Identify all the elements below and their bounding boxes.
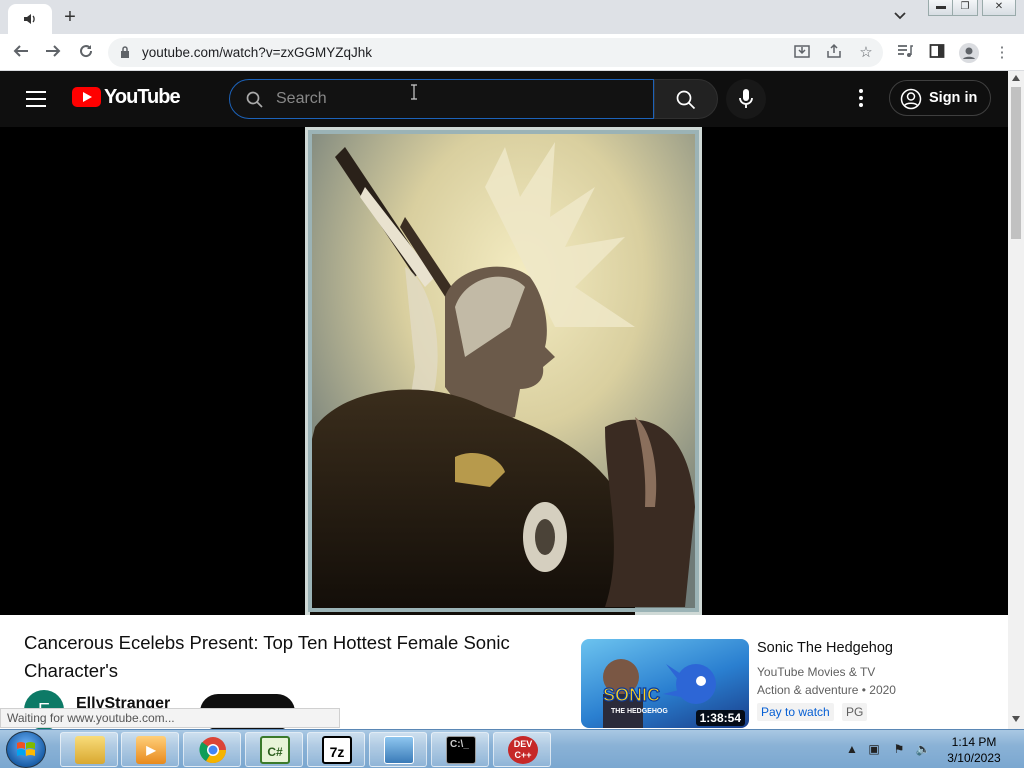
page-scrollbar[interactable] xyxy=(1008,71,1024,729)
youtube-masthead: YouTube Sign in xyxy=(0,71,1008,127)
svg-text:THE HEDGEHOG: THE HEDGEHOG xyxy=(611,708,668,715)
scroll-up-arrow-icon[interactable] xyxy=(1012,75,1020,81)
volume-icon[interactable]: 🔈 xyxy=(915,742,931,756)
minimize-button[interactable]: ▬ xyxy=(928,0,954,16)
account-circle-icon xyxy=(900,88,922,110)
media-control-icon[interactable] xyxy=(895,43,915,63)
text-cursor-icon xyxy=(411,84,417,100)
system-clock[interactable]: 1:14 PM 3/10/2023 xyxy=(944,734,1004,766)
windows-logo-icon xyxy=(17,742,35,756)
forward-button[interactable] xyxy=(42,42,64,64)
windows-taskbar: ▶ C# 7z C:\_ DEV C++ ▲ ▣ ⚑ 🔈 1:14 PM 3/10… xyxy=(0,729,1024,768)
search-button[interactable] xyxy=(654,79,718,119)
chrome-icon xyxy=(199,737,227,764)
video-title: Cancerous Ecelebs Present: Top Ten Hotte… xyxy=(24,632,510,681)
speaker-icon xyxy=(24,14,35,24)
recommendation-title[interactable]: Sonic The Hedgehog xyxy=(757,640,893,656)
rating-badge: PG xyxy=(842,703,868,721)
taskbar-photo-viewer[interactable] xyxy=(369,732,427,767)
microphone-icon xyxy=(739,89,753,108)
browser-toolbar: youtube.com/watch?v=zxGGMYZqJhk ☆ ⋮ xyxy=(0,34,1024,71)
voice-search-button[interactable] xyxy=(726,79,766,119)
scroll-down-arrow-icon[interactable] xyxy=(1012,716,1020,722)
action-center-flag-icon[interactable]: ⚑ xyxy=(891,742,907,756)
search-icon xyxy=(246,91,263,108)
search-input[interactable] xyxy=(276,89,636,109)
recommendation-channel: YouTube Movies & TV xyxy=(757,665,876,679)
csharp-icon: C# xyxy=(260,736,290,764)
side-panel-icon[interactable] xyxy=(927,43,947,63)
browser-tab[interactable] xyxy=(8,4,52,34)
address-bar[interactable]: youtube.com/watch?v=zxGGMYZqJhk xyxy=(108,38,883,67)
lock-icon xyxy=(121,46,129,58)
url-text[interactable]: youtube.com/watch?v=zxGGMYZqJhk xyxy=(142,45,372,60)
bookmark-star-icon[interactable]: ☆ xyxy=(856,43,876,63)
clock-time: 1:14 PM xyxy=(951,735,997,749)
taskbar-media-player[interactable]: ▶ xyxy=(121,732,179,767)
taskbar-command-prompt[interactable]: C:\_ xyxy=(431,732,489,767)
taskbar-file-explorer[interactable] xyxy=(60,732,118,767)
status-bubble: Waiting for www.youtube.com... xyxy=(0,708,340,728)
reload-icon xyxy=(80,45,93,58)
new-tab-button[interactable]: + xyxy=(58,6,82,28)
devcpp-icon: DEV C++ xyxy=(508,736,538,764)
sign-in-button[interactable]: Sign in xyxy=(889,80,991,116)
close-window-button[interactable]: ✕ xyxy=(982,0,1016,16)
clock-date: 3/10/2023 xyxy=(947,751,1001,765)
scrollbar-thumb[interactable] xyxy=(1011,87,1021,239)
video-player[interactable] xyxy=(0,127,1008,615)
profile-avatar-icon[interactable] xyxy=(959,43,979,63)
share-icon[interactable] xyxy=(824,43,844,63)
install-app-icon[interactable] xyxy=(792,43,812,63)
youtube-logo-icon[interactable] xyxy=(72,87,101,107)
guide-menu-icon[interactable] xyxy=(26,91,46,107)
recommendation-thumbnail[interactable]: SONIC THE HEDGEHOG 1:38:54 xyxy=(581,639,749,728)
sign-in-label: Sign in xyxy=(929,90,978,106)
settings-kebab-icon[interactable] xyxy=(851,89,871,109)
video-frame[interactable] xyxy=(305,127,702,615)
search-box[interactable] xyxy=(229,79,654,119)
pay-to-watch-badge: Pay to watch xyxy=(757,703,834,721)
taskbar-csharp[interactable]: C# xyxy=(245,732,303,767)
forward-arrow-icon xyxy=(46,45,61,57)
tab-strip: + ▬ ❐ ✕ xyxy=(0,0,1024,34)
show-hidden-icons-chevron-icon[interactable]: ▲ xyxy=(844,742,860,756)
chrome-menu-icon[interactable]: ⋮ xyxy=(992,43,1012,63)
tab-search-chevron-icon[interactable] xyxy=(894,8,906,23)
search-icon xyxy=(676,90,696,110)
7zip-icon: 7z xyxy=(322,736,352,764)
restore-button[interactable]: ❐ xyxy=(952,0,978,16)
reload-button[interactable] xyxy=(75,42,97,64)
back-button[interactable] xyxy=(10,42,32,64)
cmd-icon: C:\_ xyxy=(446,736,476,764)
media-player-icon: ▶ xyxy=(136,736,166,764)
duration-badge: 1:38:54 xyxy=(695,710,745,726)
taskbar-chrome[interactable] xyxy=(183,732,241,767)
svg-text:SONIC: SONIC xyxy=(603,685,660,705)
recommendation-meta: Action & adventure • 2020 xyxy=(757,683,896,697)
taskbar-devcpp[interactable]: DEV C++ xyxy=(493,732,551,767)
start-button[interactable] xyxy=(6,731,46,768)
network-icon[interactable]: ▣ xyxy=(866,742,882,756)
taskbar-7zip[interactable]: 7z xyxy=(307,732,365,767)
photo-viewer-icon xyxy=(384,736,414,764)
back-arrow-icon xyxy=(13,45,28,57)
youtube-logo-text[interactable]: YouTube xyxy=(104,86,181,109)
folder-icon xyxy=(75,736,105,764)
